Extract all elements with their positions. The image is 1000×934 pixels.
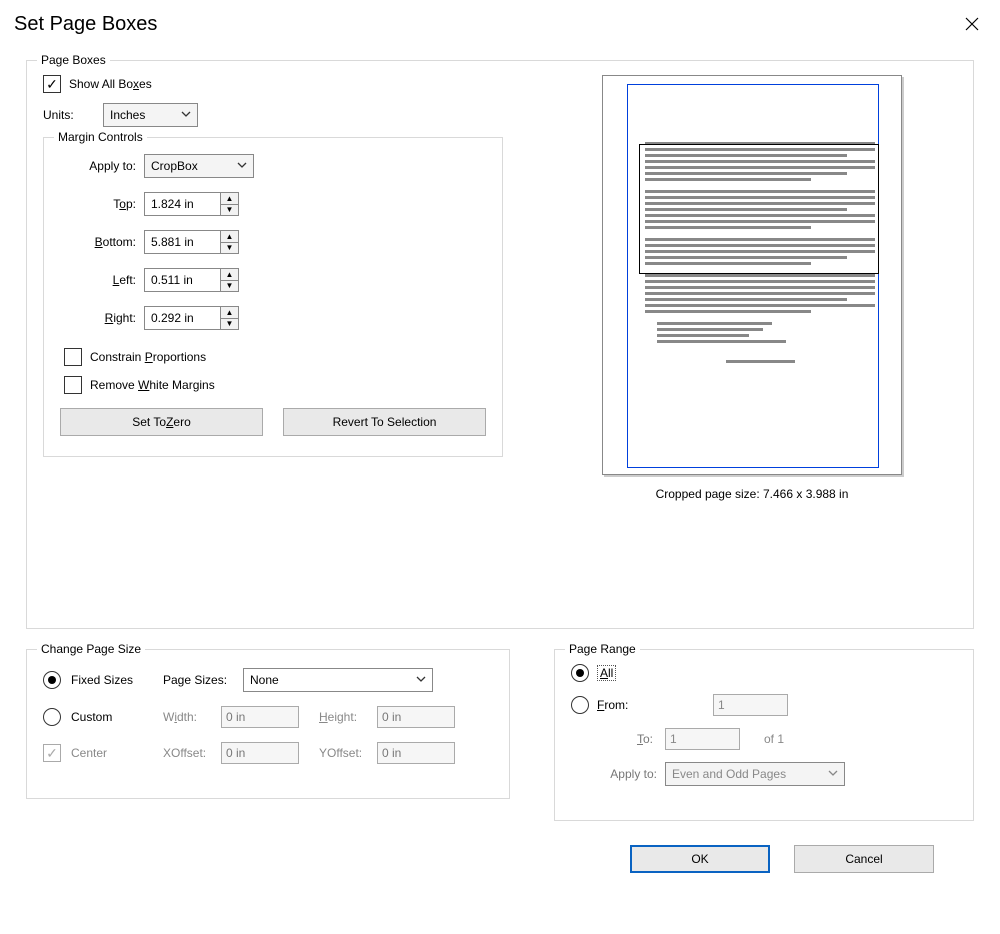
margin-controls-legend: Margin Controls xyxy=(54,130,147,144)
to-input[interactable]: 1 xyxy=(665,728,740,750)
custom-radio[interactable] xyxy=(43,708,61,726)
fixed-sizes-radio[interactable] xyxy=(43,671,61,689)
from-label: From: xyxy=(597,698,647,712)
right-label: Right: xyxy=(60,311,136,325)
page-preview xyxy=(602,75,902,475)
constrain-label: Constrain Proportions xyxy=(90,350,206,364)
top-value: 1.824 in xyxy=(151,197,194,211)
right-spinner[interactable]: ▲▼ xyxy=(220,307,238,329)
top-spinner[interactable]: ▲▼ xyxy=(220,193,238,215)
apply-to-label: Apply to: xyxy=(60,159,136,173)
xoffset-label: XOffset: xyxy=(163,746,211,760)
units-select[interactable]: Inches xyxy=(103,103,198,127)
bottom-input[interactable]: 5.881 in ▲▼ xyxy=(144,230,239,254)
change-size-legend: Change Page Size xyxy=(37,642,145,656)
apply-to-value: CropBox xyxy=(151,159,198,173)
pr-apply-to-label: Apply to: xyxy=(597,767,657,781)
page-preview-panel: Cropped page size: 7.466 x 3.988 in xyxy=(547,75,957,501)
units-label: Units: xyxy=(43,108,95,122)
page-boxes-legend: Page Boxes xyxy=(37,53,110,67)
width-label: Width: xyxy=(163,710,211,724)
left-spinner[interactable]: ▲▼ xyxy=(220,269,238,291)
right-value: 0.292 in xyxy=(151,311,194,325)
from-radio[interactable] xyxy=(571,696,589,714)
left-value: 0.511 in xyxy=(151,273,193,287)
apply-to-select[interactable]: CropBox xyxy=(144,154,254,178)
fixed-sizes-label: Fixed Sizes xyxy=(71,673,153,687)
page-range-group: Page Range All From: 1 To: 1 of 1 xyxy=(554,649,974,821)
page-range-legend: Page Range xyxy=(565,642,640,656)
dialog-title: Set Page Boxes xyxy=(14,13,157,36)
bleed-box-icon xyxy=(639,144,879,274)
page-sizes-value: None xyxy=(250,673,279,687)
yoffset-label: YOffset: xyxy=(319,746,367,760)
page-boxes-group: Page Boxes ✓ Show All Boxes Units: Inche… xyxy=(26,60,974,629)
chevron-down-icon xyxy=(416,675,426,686)
set-to-zero-button[interactable]: Set To Zero xyxy=(60,408,263,436)
show-all-label: Show All Boxes xyxy=(69,77,152,91)
pr-apply-to-select[interactable]: Even and Odd Pages xyxy=(665,762,845,786)
page-sizes-select[interactable]: None xyxy=(243,668,433,692)
change-page-size-group: Change Page Size Fixed Sizes Page Sizes:… xyxy=(26,649,510,799)
chevron-down-icon xyxy=(237,161,247,172)
center-label: Center xyxy=(71,746,153,760)
bottom-spinner[interactable]: ▲▼ xyxy=(220,231,238,253)
margin-controls-group: Margin Controls Apply to: CropBox Top: 1… xyxy=(43,137,503,457)
top-label: Top: xyxy=(60,197,136,211)
dialog-body: Page Boxes ✓ Show All Boxes Units: Inche… xyxy=(0,40,1000,889)
bottom-value: 5.881 in xyxy=(151,235,194,249)
preview-caption: Cropped page size: 7.466 x 3.988 in xyxy=(547,487,957,501)
constrain-checkbox[interactable] xyxy=(64,348,82,366)
all-label: All xyxy=(597,665,616,681)
titlebar: Set Page Boxes xyxy=(0,0,1000,40)
top-input[interactable]: 1.824 in ▲▼ xyxy=(144,192,239,216)
width-input[interactable]: 0 in xyxy=(221,706,299,728)
of-label: of 1 xyxy=(764,732,784,746)
bottom-label: Bottom: xyxy=(60,235,136,249)
height-label: Height: xyxy=(319,710,367,724)
right-input[interactable]: 0.292 in ▲▼ xyxy=(144,306,239,330)
left-label: Left: xyxy=(60,273,136,287)
chevron-down-icon xyxy=(181,110,191,121)
remove-whitemargin-checkbox[interactable] xyxy=(64,376,82,394)
custom-label: Custom xyxy=(71,710,153,724)
height-input[interactable]: 0 in xyxy=(377,706,455,728)
close-icon[interactable] xyxy=(958,10,986,38)
cancel-button[interactable]: Cancel xyxy=(794,845,934,873)
pr-apply-to-value: Even and Odd Pages xyxy=(672,767,786,781)
xoffset-input[interactable]: 0 in xyxy=(221,742,299,764)
left-input[interactable]: 0.511 in ▲▼ xyxy=(144,268,239,292)
all-radio[interactable] xyxy=(571,664,589,682)
revert-selection-button[interactable]: Revert To Selection xyxy=(283,408,486,436)
page-sizes-label: Page Sizes: xyxy=(163,673,233,687)
show-all-checkbox[interactable]: ✓ xyxy=(43,75,61,93)
units-value: Inches xyxy=(110,108,145,122)
crop-box-icon xyxy=(627,84,879,468)
to-label: To: xyxy=(597,732,653,746)
chevron-down-icon xyxy=(828,769,838,780)
ok-button[interactable]: OK xyxy=(630,845,770,873)
center-checkbox[interactable]: ✓ xyxy=(43,744,61,762)
remove-whitemargin-label: Remove White Margins xyxy=(90,378,215,392)
yoffset-input[interactable]: 0 in xyxy=(377,742,455,764)
from-input[interactable]: 1 xyxy=(713,694,788,716)
